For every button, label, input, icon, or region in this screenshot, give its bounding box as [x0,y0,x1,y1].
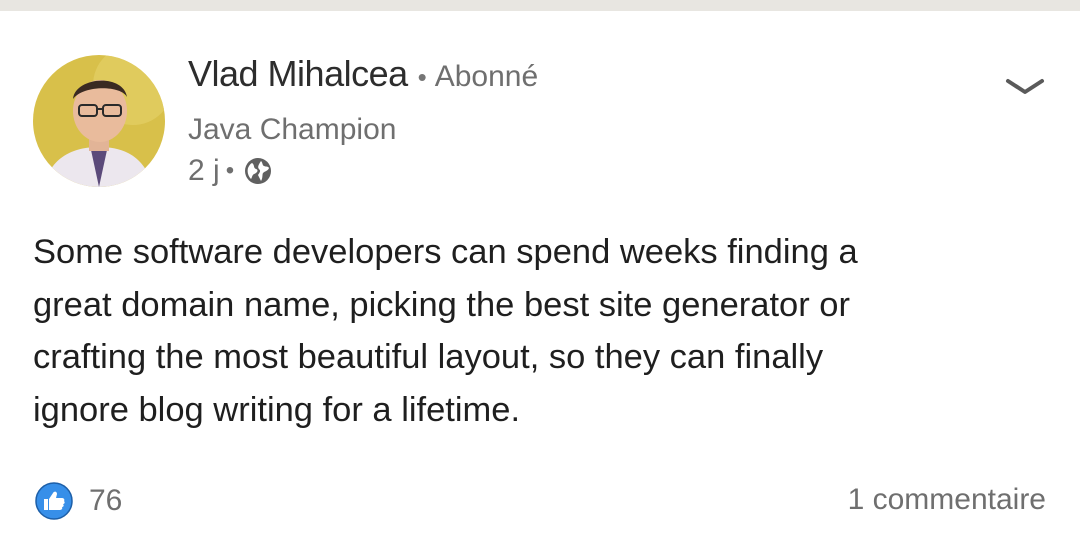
comments-link[interactable]: 1 commentaire [848,483,1046,517]
author-line: Vlad Mihalcea • Abonné [188,53,538,97]
thumbs-up-icon [35,482,73,520]
post-body-line: crafting the most beautiful layout, so t… [33,338,824,376]
post-body-text[interactable]: Some software developers can spend weeks… [33,226,1043,436]
author-headline: Java Champion [188,113,397,146]
separator-dot: • [417,62,427,92]
chevron-down-icon [1005,77,1045,102]
follow-status: Abonné [434,60,539,93]
reactions-summary[interactable]: 76 [35,481,122,521]
post-body-line: Some software developers can spend weeks… [33,233,858,271]
avatar[interactable] [33,55,165,187]
author-name[interactable]: Vlad Mihalcea [188,53,408,95]
top-divider-strip [0,0,1080,11]
post-menu-button[interactable] [1000,69,1050,109]
separator-dot: • [225,157,235,184]
feed-post: Vlad Mihalcea • Abonné Java Champion 2 j… [0,11,1080,534]
post-meta: 2 j • [188,151,272,191]
globe-icon [244,157,272,185]
post-timestamp: 2 j [188,154,220,187]
post-body-line: great domain name, picking the best site… [33,285,850,324]
like-count: 76 [89,484,123,517]
post-body-line: ignore blog writing for a lifetime. [33,390,521,429]
